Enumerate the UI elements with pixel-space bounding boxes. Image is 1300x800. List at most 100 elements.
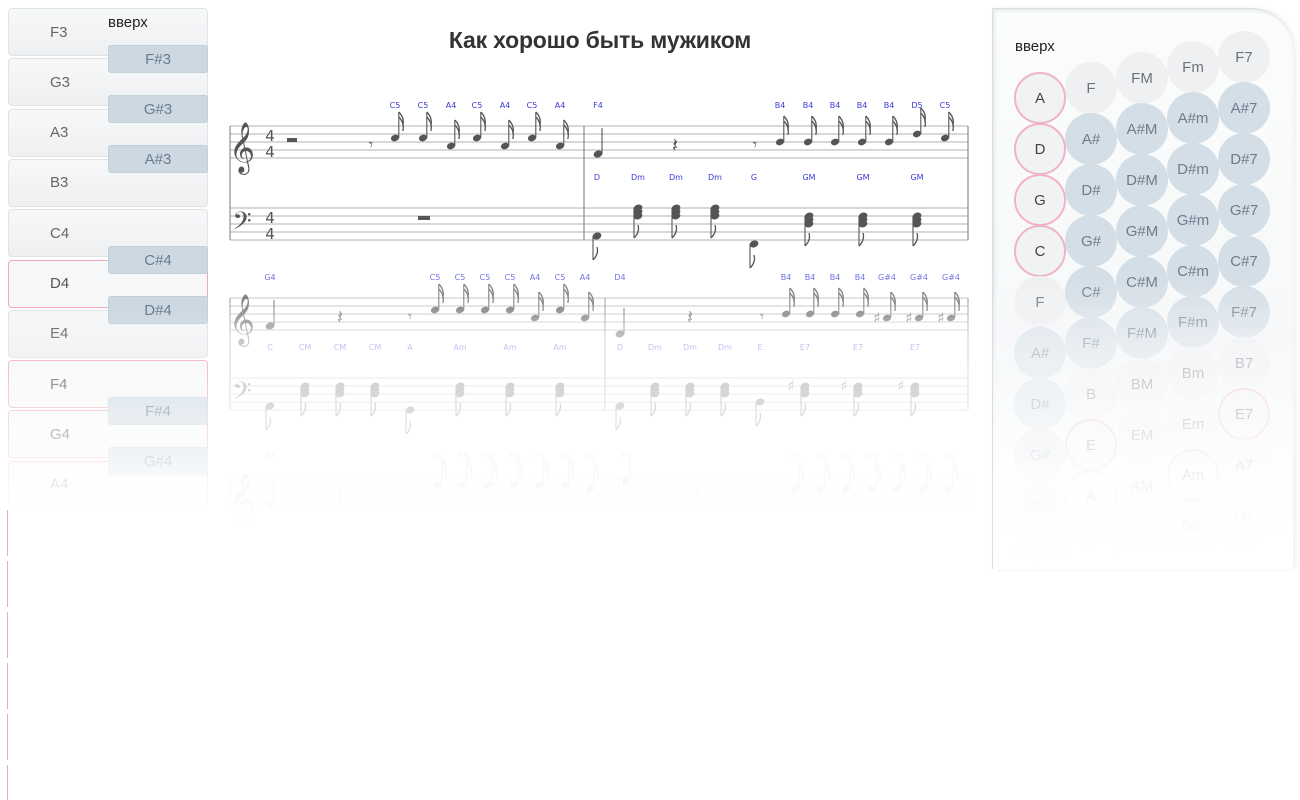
note-name-label: D5 [891,452,902,461]
accordion-button-csharpm[interactable]: C#M [1116,256,1168,308]
accordion-button-dsharp7[interactable]: D#7 [1218,133,1270,185]
accordion-button-csharp7[interactable]: C#7 [1218,235,1270,287]
accordion-button-g[interactable]: G [1014,174,1066,226]
accordion-button-csharp[interactable]: C# [1065,266,1117,318]
piano-key-fsharp4[interactable]: F#4 [108,397,208,425]
accordion-button-d[interactable]: D [1014,123,1066,175]
accordion-button-b7[interactable]: B7 [1218,337,1270,389]
note-flag [671,224,678,239]
note-name-label: C5 [455,273,466,282]
accordion-button-gsharpm[interactable]: G#M [1116,205,1168,257]
chord-name-label: E [757,343,762,352]
note-flag [910,402,917,417]
accordion-button-fm[interactable]: Fm [1167,41,1219,93]
accordion-button-csharpm[interactable]: C#m [1167,245,1219,297]
accordion-button-d[interactable]: D [1065,521,1117,569]
note-name-label: C5 [418,101,429,110]
note-flag [633,224,640,239]
quarter-rest: 𝄽 [672,133,678,157]
accordion-button-fsharp[interactable]: F# [1065,317,1117,369]
note-name-label: C5 [430,273,441,282]
note-flag [335,402,342,417]
accordion-button-fm[interactable]: FM [1116,52,1168,104]
note-name-label: C5 [480,273,491,282]
accordion-button-gsharp[interactable]: G# [1014,429,1066,481]
accordion-button-gsharpm[interactable]: G#m [1167,194,1219,246]
note-name-label: A4 [530,273,541,282]
accordion-button-fsharpm[interactable]: F#m [1167,296,1219,348]
accordion-button-bm[interactable]: Bm [1167,347,1219,399]
chord-name-label: E7 [853,343,863,352]
accordion-button-dsharp[interactable]: D# [1014,378,1066,430]
note-name-label: D5 [866,452,877,461]
scroll-up-button[interactable]: вверх [1015,38,1055,55]
piano-key-csharp4[interactable]: C#4 [108,246,208,274]
quarter-rest: 𝄽 [337,484,343,508]
highlight-mark [7,663,8,709]
note-name-label: C5 [555,273,566,282]
accordion-button-asharp7[interactable]: A#7 [1218,82,1270,134]
piano-key-gsharp3[interactable]: G#3 [108,95,208,123]
accordion-button-a[interactable]: A [1014,72,1066,124]
accordion-button-g7[interactable]: G7 [1218,541,1270,569]
accordion-button-bm[interactable]: BM [1116,358,1168,410]
note-flag [592,246,599,261]
accordion-button-csharp[interactable]: C# [1014,480,1066,532]
accordion-button-asharp[interactable]: A# [1014,327,1066,379]
chord-name-label: Dm [631,173,645,182]
accordion-button-dsharpm[interactable]: D#m [1167,143,1219,195]
accordion-button-dsharp[interactable]: D# [1065,164,1117,216]
accordion-button-f7[interactable]: F7 [1218,31,1270,83]
piano-key-fsharp3[interactable]: F#3 [108,45,208,73]
piano-key-asharp3[interactable]: A#3 [108,145,208,173]
sheet-music: 𝄞𝄢4444C5 C5 A4 C5 A4 C5 A4 F4 B4 B4 B4 B4 B4 D5 C5𝄾 𝄽 𝄾D… [229,101,969,526]
accordion-button-e7[interactable]: E7 [1218,388,1270,440]
note-name-label: C5 [505,273,516,282]
accordion-button-am[interactable]: AM [1116,460,1168,512]
treble-clef: 𝄞 [229,122,255,175]
accordion-button-a[interactable]: A [1065,470,1117,522]
note-name-label: A4 [265,452,276,461]
accordion-button-em[interactable]: Em [1167,398,1219,450]
chord-name-label: GM [856,173,869,182]
note-flag [858,232,865,247]
accordion-button-em[interactable]: EM [1116,409,1168,461]
accordion-button-fsharp7[interactable]: F#7 [1218,286,1270,338]
note-name-label: C5 [527,101,538,110]
music-system: 𝄞𝄢4444C5 C5 A4 C5 A4 C5 A4 F4 B4 B4 B4 B4 B4 D5 C5𝄾 𝄽 𝄾D… [229,101,969,269]
highlight-mark [7,510,8,556]
accordion-button-dm[interactable]: DM [1116,511,1168,563]
note-name-label: A4 [555,101,566,110]
accordion-button-asharpm[interactable]: A#M [1116,103,1168,155]
chord-name-label: Am [453,343,466,352]
piano-key-dsharp4[interactable]: D#4 [108,296,208,324]
accordion-button-a7[interactable]: A7 [1218,439,1270,491]
chord-name-label: Am [503,343,516,352]
accordion-button-dsharpm[interactable]: D#M [1116,154,1168,206]
accordion-button-f[interactable]: F [1014,276,1066,328]
accordion-button-b[interactable]: B [1065,368,1117,420]
accordion-button-d7[interactable]: D7 [1218,490,1270,542]
note-name-label: B4 [803,101,814,110]
accordion-button-gsharp[interactable]: G# [1065,215,1117,267]
note-flag [265,416,272,431]
accordion-button-am[interactable]: Am [1167,449,1219,501]
eighth-rest: 𝄾 [767,486,771,505]
note-flag [455,402,462,417]
accordion-button-fsharp[interactable]: F# [1014,531,1066,569]
accordion-button-asharpm[interactable]: A#m [1167,92,1219,144]
accordion-button-dm[interactable]: Dm [1167,500,1219,552]
accordion-button-asharp[interactable]: A# [1065,113,1117,165]
accordion-button-e[interactable]: E [1065,419,1117,471]
accordion-button-f[interactable]: F [1065,62,1117,114]
chord-name-label: G [751,173,757,182]
note-name-label: B4 [805,273,816,282]
accordion-button-c[interactable]: C [1014,225,1066,277]
accordion-button-fsharpm[interactable]: F#M [1116,307,1168,359]
piano-key-gsharp4[interactable]: G#4 [108,447,208,475]
accordion-button-gsharp7[interactable]: G#7 [1218,184,1270,236]
treble-clef: 𝄞 [229,473,255,526]
scroll-up-button[interactable]: вверх [108,14,148,31]
note-name-label: A4 [446,101,457,110]
note-flag [300,402,307,417]
